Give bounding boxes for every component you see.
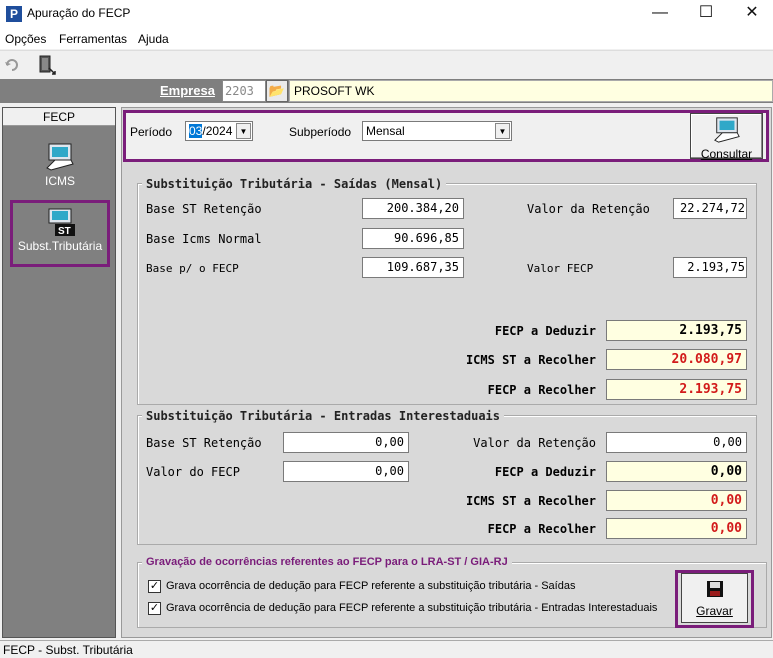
empresa-code-field[interactable]: 2203 <box>222 80 266 102</box>
check-entradas[interactable]: ✓ <box>148 602 161 615</box>
floppy-disk-icon <box>706 581 723 597</box>
icms-st-recolher-label: ICMS ST a Recolher <box>465 353 596 367</box>
sidebar-item-label: ICMS <box>45 174 75 188</box>
app-icon: P <box>6 6 22 22</box>
entradas-valor-retencao-label: Valor da Retenção <box>473 436 596 450</box>
chevron-down-icon[interactable]: ▼ <box>236 123 251 139</box>
entradas-icms-st-recolher-field: 0,00 <box>606 490 747 511</box>
title-bar: P Apuração do FECP — ☐ ✕ <box>0 0 773 28</box>
window-title: Apuração do FECP <box>27 6 131 20</box>
sidebar-item-label: Subst.Tributária <box>17 239 103 253</box>
periodo-select[interactable]: 03/2024 ▼ <box>185 121 253 141</box>
base-icms-normal-label: Base Icms Normal <box>146 232 262 246</box>
check-saidas[interactable]: ✓ <box>148 580 161 593</box>
subperiodo-value: Mensal <box>366 124 405 138</box>
exit-door-icon[interactable] <box>36 54 58 76</box>
base-fecp-label: Base p/ o FECP <box>146 262 239 275</box>
gravacao-group <box>137 562 767 628</box>
menu-bar: Opções Ferramentas Ajuda <box>0 28 773 49</box>
entradas-icms-st-recolher-label: ICMS ST a Recolher <box>465 494 596 508</box>
close-button[interactable]: ✕ <box>729 0 773 28</box>
entradas-fecp-recolher-field: 0,00 <box>606 518 747 539</box>
entradas-base-st-field[interactable]: 0,00 <box>283 432 409 453</box>
toolbar <box>0 50 773 79</box>
base-fecp-field: 109.687,35 <box>362 257 464 278</box>
base-st-retencao-field: 200.384,20 <box>362 198 464 219</box>
icms-st-recolher-field: 20.080,97 <box>606 349 747 370</box>
chevron-down-icon[interactable]: ▼ <box>495 123 510 139</box>
empresa-name-field: PROSOFT WK <box>289 80 773 102</box>
sidebar-item-subst-tributaria[interactable]: ST Subst.Tributária <box>10 200 110 267</box>
gravar-label: Gravar <box>696 604 733 618</box>
valor-retencao-label: Valor da Retenção <box>527 202 650 216</box>
fecp-deduzir-label: FECP a Deduzir <box>494 324 596 338</box>
entradas-fecp-deduzir-field: 0,00 <box>606 461 747 482</box>
maximize-button[interactable]: ☐ <box>683 0 729 28</box>
valor-fecp-field: 2.193,75 <box>673 257 747 278</box>
consultar-button[interactable]: Consultar <box>690 113 763 161</box>
periodo-label: Período <box>130 125 173 139</box>
valor-fecp-label: Valor FECP <box>527 262 594 275</box>
menu-ferramentas[interactable]: Ferramentas <box>59 32 127 46</box>
periodo-year: /2024 <box>202 124 233 138</box>
entradas-valor-retencao-field[interactable]: 0,00 <box>606 432 747 453</box>
minimize-button[interactable]: — <box>637 0 683 28</box>
saidas-title: Substituição Tributária - Saídas (Mensal… <box>142 177 447 191</box>
entradas-base-st-label: Base ST Retenção <box>146 436 262 450</box>
sidebar-item-icms[interactable]: ICMS <box>10 138 110 204</box>
fecp-deduzir-field: 2.193,75 <box>606 320 747 341</box>
check-saidas-label: Grava ocorrência de dedução para FECP re… <box>166 580 576 592</box>
gravacao-title: Gravação de ocorrências referentes ao FE… <box>142 556 512 568</box>
menu-opcoes[interactable]: Opções <box>5 32 46 46</box>
entradas-fecp-recolher-label: FECP a Recolher <box>487 522 596 536</box>
entradas-fecp-deduzir-label: FECP a Deduzir <box>494 465 596 479</box>
folder-open-icon[interactable]: 📂 <box>266 80 288 102</box>
st-monitor-icon: ST <box>48 208 75 237</box>
entradas-title: Substituição Tributária - Entradas Inter… <box>142 409 505 423</box>
base-st-retencao-label: Base ST Retenção <box>146 202 262 216</box>
base-icms-normal-field: 90.696,85 <box>362 228 464 249</box>
consultar-label: Consultar <box>700 147 753 161</box>
fecp-recolher-field: 2.193,75 <box>606 379 747 400</box>
gravar-button[interactable]: Gravar <box>681 573 748 623</box>
check-entradas-label: Grava ocorrência de dedução para FECP re… <box>166 602 658 614</box>
periodo-month: 03 <box>189 124 203 138</box>
menu-ajuda[interactable]: Ajuda <box>138 32 169 46</box>
status-bar: FECP - Subst. Tributária <box>0 640 773 658</box>
subperiodo-select[interactable]: Mensal ▼ <box>362 121 512 141</box>
monitor-icon <box>46 143 74 171</box>
subperiodo-label: Subperíodo <box>289 125 352 139</box>
sidebar-header: FECP <box>3 108 115 126</box>
valor-retencao-field: 22.274,72 <box>673 198 747 219</box>
entradas-valor-fecp-label: Valor do FECP <box>146 465 240 479</box>
empresa-label: Empresa <box>160 83 215 98</box>
svg-text:ST: ST <box>58 226 71 237</box>
undo-icon[interactable] <box>4 57 20 73</box>
monitor-icon <box>713 117 740 143</box>
fecp-recolher-label: FECP a Recolher <box>487 383 596 397</box>
